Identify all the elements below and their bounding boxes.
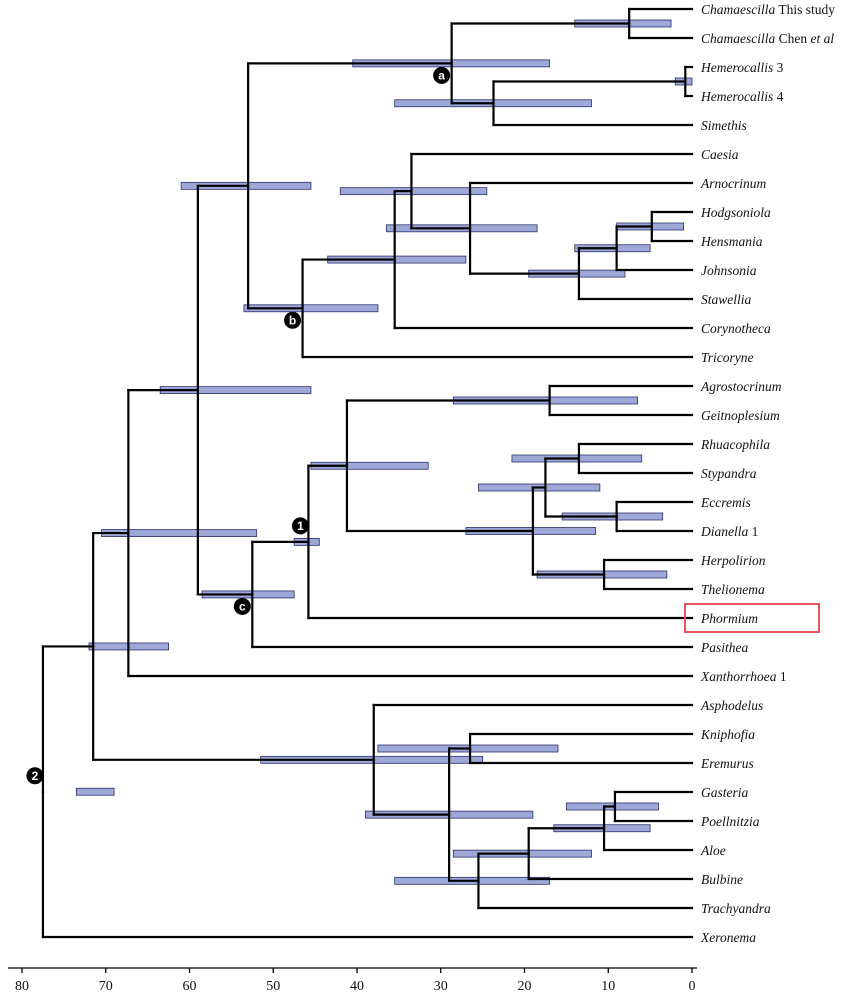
axis-tick-label-30: 30 xyxy=(434,979,448,994)
tip-label-t27: Eremurus xyxy=(700,756,754,771)
tip-label-t7: Arnocrinum xyxy=(700,176,766,191)
tip-label-t9: Hensmania xyxy=(700,234,763,249)
tip-label-t32: Trachyandra xyxy=(701,901,771,916)
tip-labels-layer: Chamaescilla This study Chamaescilla Chen… xyxy=(684,2,835,945)
axis-tick-label-20: 20 xyxy=(518,979,532,994)
node-marker-label-2: 2 xyxy=(32,769,39,783)
tip-label-t29: Poellnitzia xyxy=(700,814,760,829)
tip-label-t19: Dianella 1 xyxy=(700,524,758,539)
tip-label-t11: Stawellia xyxy=(701,292,751,307)
tip-label-t16: Rhuacophila xyxy=(700,437,770,452)
tip-label-t20: Herpolirion xyxy=(700,553,766,568)
tip-label-t14: Agrostocrinum xyxy=(700,379,782,394)
tip-label-t13: Tricoryne xyxy=(701,350,754,365)
tip-label-t25: Asphodelus xyxy=(700,698,763,713)
branches-layer xyxy=(41,7,694,939)
tip-label-t5: Simethis xyxy=(701,118,747,133)
node-marker-label-b: b xyxy=(289,313,296,327)
tip-label-t8: Hodgsoniola xyxy=(700,205,771,220)
axis-tick-label-40: 40 xyxy=(350,979,364,994)
tip-label-t6: Caesia xyxy=(701,147,739,162)
hpd-bar-n32 xyxy=(76,787,115,796)
tip-label-t3: Hemerocallis 3 xyxy=(700,60,784,75)
axis-tick-label-70: 70 xyxy=(99,979,113,994)
tip-label-t21: Thelionema xyxy=(701,582,765,597)
tip-label-t2: Chamaescilla Chen et al xyxy=(701,31,834,46)
time-axis: 80 70 60 50 40 30 20 10 0 xyxy=(8,967,697,994)
tip-label-t23: Pasithea xyxy=(700,640,748,655)
tip-label-t26: Kniphofia xyxy=(700,727,755,742)
axis-tick-label-50: 50 xyxy=(266,979,280,994)
tip-label-t12: Corynotheca xyxy=(701,321,771,336)
tip-label-t10: Johnsonia xyxy=(701,263,757,278)
tip-label-t31: Bulbine xyxy=(701,872,743,887)
tip-label-t17: Stypandra xyxy=(701,466,757,481)
hpd-bars-layer xyxy=(76,19,693,885)
tip-label-t33: Xeronema xyxy=(700,930,756,945)
node-marker-label-1: 1 xyxy=(297,519,304,533)
node-marker-label-c: c xyxy=(239,600,246,614)
tip-label-t18: Eccremis xyxy=(700,495,751,510)
axis-tick-label-80: 80 xyxy=(15,979,29,994)
axis-tick-label-60: 60 xyxy=(183,979,197,994)
tip-label-t28: Gasteria xyxy=(701,785,749,800)
axis-tick-label-10: 10 xyxy=(601,979,615,994)
axis-tick-label-0: 0 xyxy=(689,979,696,994)
hpd-bar-n9 xyxy=(339,187,488,196)
tip-label-t4: Hemerocallis 4 xyxy=(700,89,784,104)
tip-label-t1: Chamaescilla This study xyxy=(701,2,835,17)
phylogeny-figure: ab1c2 Chamaescilla This studyChamaescill… xyxy=(8,2,835,994)
tip-label-t30: Aloe xyxy=(700,843,726,858)
tip-label-t22: Phormium xyxy=(700,611,758,626)
tip-label-t15: Geitnoplesium xyxy=(701,408,780,423)
node-marker-label-a: a xyxy=(438,69,445,83)
tip-label-t24: Xanthorrhoea 1 xyxy=(700,669,787,684)
